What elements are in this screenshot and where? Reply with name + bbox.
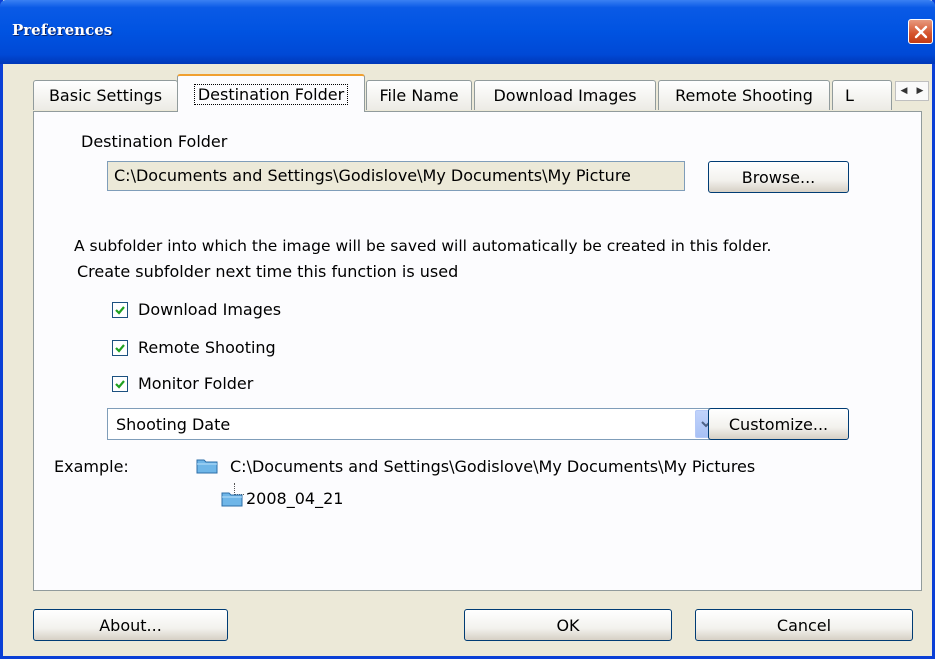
remote-shooting-option[interactable]: Remote Shooting bbox=[112, 338, 276, 357]
monitor-folder-option[interactable]: Monitor Folder bbox=[112, 374, 253, 393]
download-images-label: Download Images bbox=[138, 300, 282, 319]
window-title: Preferences bbox=[12, 21, 113, 39]
subfolder-description: A subfolder into which the image will be… bbox=[74, 237, 772, 255]
cancel-button[interactable]: Cancel bbox=[695, 609, 913, 641]
about-button-label: About... bbox=[99, 615, 162, 635]
download-images-option[interactable]: Download Images bbox=[112, 300, 281, 319]
example-label: Example: bbox=[54, 457, 129, 476]
title-bar[interactable]: Preferences bbox=[0, 0, 935, 64]
example-root-path: C:\Documents and Settings\Godislove\My D… bbox=[230, 457, 756, 476]
monitor-folder-label: Monitor Folder bbox=[138, 374, 254, 393]
tab-label: Basic Settings bbox=[48, 86, 163, 105]
tab-label: File Name bbox=[379, 86, 459, 105]
tab-remote-shooting[interactable]: Remote Shooting bbox=[658, 80, 830, 110]
remote-shooting-checkbox[interactable] bbox=[112, 339, 128, 356]
close-icon bbox=[914, 25, 927, 38]
remote-shooting-label: Remote Shooting bbox=[138, 338, 276, 357]
ok-button[interactable]: OK bbox=[464, 609, 672, 641]
destination-folder-panel: Destination Folder C:\Documents and Sett… bbox=[33, 111, 922, 591]
folder-icon bbox=[221, 492, 243, 507]
browse-button-label: Browse... bbox=[741, 167, 816, 187]
browse-button[interactable]: Browse... bbox=[708, 161, 849, 193]
customize-button[interactable]: Customize... bbox=[708, 408, 849, 440]
tab-scroll-buttons: ◀ ▶ bbox=[895, 81, 929, 101]
subfolder-format-select[interactable]: Shooting Date bbox=[107, 408, 719, 440]
close-button[interactable] bbox=[908, 19, 933, 44]
tab-scroll-left-icon[interactable]: ◀ bbox=[896, 82, 912, 100]
create-subfolder-label: Create subfolder next time this function… bbox=[77, 262, 459, 281]
tab-label: L bbox=[845, 86, 854, 105]
customize-button-label: Customize... bbox=[728, 414, 829, 434]
example-subfolder-name: 2008_04_21 bbox=[246, 489, 344, 508]
destination-path-field: C:\Documents and Settings\Godislove\My D… bbox=[107, 161, 685, 191]
tab-file-name[interactable]: File Name bbox=[366, 80, 472, 110]
tab-destination-folder[interactable]: Destination Folder bbox=[177, 74, 365, 112]
destination-folder-label: Destination Folder bbox=[81, 132, 228, 151]
folder-icon bbox=[196, 459, 218, 474]
tab-scroll-right-icon[interactable]: ▶ bbox=[912, 82, 928, 100]
subfolder-format-value: Shooting Date bbox=[116, 415, 231, 434]
tab-basic-settings[interactable]: Basic Settings bbox=[33, 80, 178, 110]
check-icon bbox=[115, 305, 125, 315]
about-button[interactable]: About... bbox=[33, 609, 228, 641]
tab-strip: Basic Settings Destination Folder File N… bbox=[33, 74, 929, 112]
tab-label: Remote Shooting bbox=[675, 86, 813, 105]
monitor-folder-checkbox[interactable] bbox=[112, 375, 128, 392]
download-images-checkbox[interactable] bbox=[112, 301, 128, 318]
check-icon bbox=[115, 379, 125, 389]
tab-overflow[interactable]: L bbox=[832, 80, 892, 110]
tab-download-images[interactable]: Download Images bbox=[474, 80, 656, 110]
check-icon bbox=[115, 343, 125, 353]
tab-label: Destination Folder bbox=[193, 83, 349, 105]
ok-button-label: OK bbox=[556, 615, 580, 635]
tab-label: Download Images bbox=[493, 86, 637, 105]
cancel-button-label: Cancel bbox=[776, 615, 832, 635]
